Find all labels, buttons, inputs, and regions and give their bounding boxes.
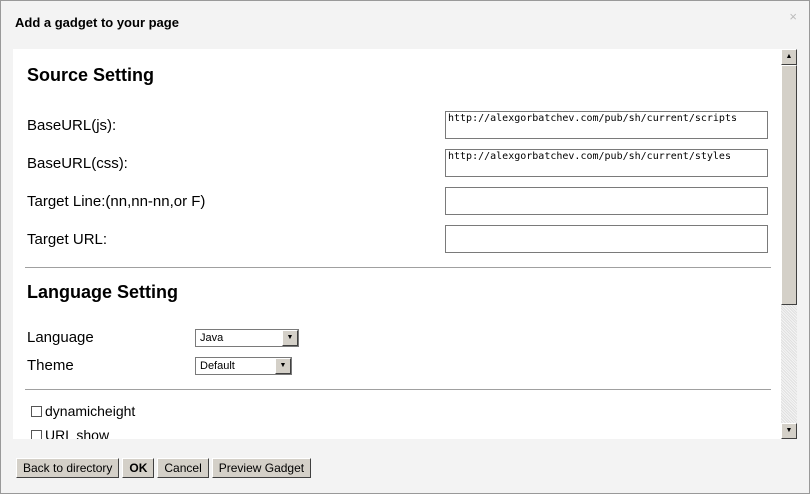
theme-value: Default [200, 360, 235, 372]
chevron-down-icon: ▼ [275, 358, 291, 374]
checkbox-icon [31, 429, 42, 439]
source-setting-heading: Source Setting [27, 65, 155, 85]
language-select[interactable]: Java ▼ [195, 329, 299, 347]
baseurl-css-label: BaseURL(css): [27, 155, 128, 172]
baseurl-js-input[interactable]: http://alexgorbatchev.com/pub/sh/current… [445, 111, 768, 139]
language-setting-heading: Language Setting [27, 282, 179, 302]
target-line-label: Target Line:(nn,nn-nn,or F) [27, 193, 206, 210]
checkbox-label: URL show [45, 427, 110, 439]
back-to-directory-button[interactable]: Back to directory [16, 458, 120, 478]
theme-select[interactable]: Default ▼ [195, 357, 292, 375]
cancel-button[interactable]: Cancel [157, 458, 209, 478]
target-url-input[interactable] [445, 225, 768, 253]
scroll-up-icon[interactable]: ▲ [781, 49, 797, 65]
baseurl-css-input[interactable]: http://alexgorbatchev.com/pub/sh/current… [445, 149, 768, 177]
dialog-title: Add a gadget to your page [15, 15, 179, 30]
baseurl-js-label: BaseURL(js): [27, 117, 117, 134]
target-line-input[interactable] [445, 187, 768, 215]
checkbox-icon [31, 405, 42, 417]
target-url-label: Target URL: [27, 231, 108, 248]
language-label: Language [27, 329, 94, 346]
divider [25, 389, 771, 390]
scrollbar-thumb[interactable] [781, 65, 797, 305]
checkbox-label: dynamicheight [45, 403, 136, 419]
url-show-checkbox[interactable]: URL show [31, 427, 109, 439]
divider [25, 267, 771, 268]
close-icon[interactable]: × [789, 9, 797, 24]
chevron-down-icon: ▼ [282, 330, 298, 346]
dynamicheight-checkbox[interactable]: dynamicheight [31, 403, 135, 419]
vertical-scrollbar[interactable]: ▲ ▼ [781, 49, 797, 439]
theme-label: Theme [27, 357, 74, 374]
settings-panel: Source Setting BaseURL(js): http://alexg… [13, 49, 781, 439]
ok-button[interactable]: OK [122, 458, 155, 478]
language-value: Java [200, 332, 224, 344]
scroll-down-icon[interactable]: ▼ [781, 423, 797, 439]
preview-gadget-button[interactable]: Preview Gadget [211, 458, 312, 478]
